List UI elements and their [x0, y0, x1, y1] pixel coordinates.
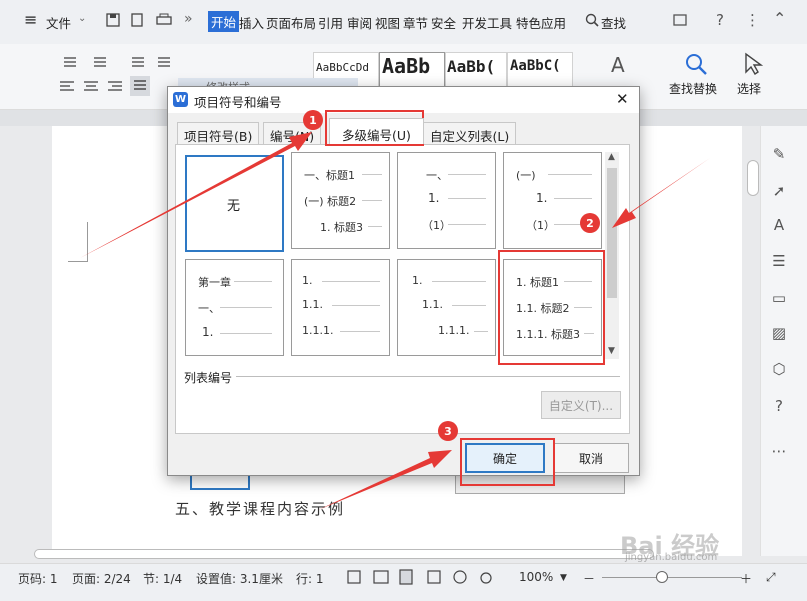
arrow-1	[80, 132, 312, 258]
annotation-arrows	[80, 132, 710, 510]
arrow-2	[612, 158, 710, 228]
baidu-watermark-url: jingyan.baidu.com	[625, 552, 718, 563]
wps-writer-window: ≡ 文件 ⌄ » 开始 插入 页面布局 引用 审阅 视图 章节 安全 开发工具 …	[0, 0, 807, 601]
tab-multilevel[interactable]: 多级编号(U)	[329, 118, 424, 144]
arrow-3	[318, 450, 452, 510]
